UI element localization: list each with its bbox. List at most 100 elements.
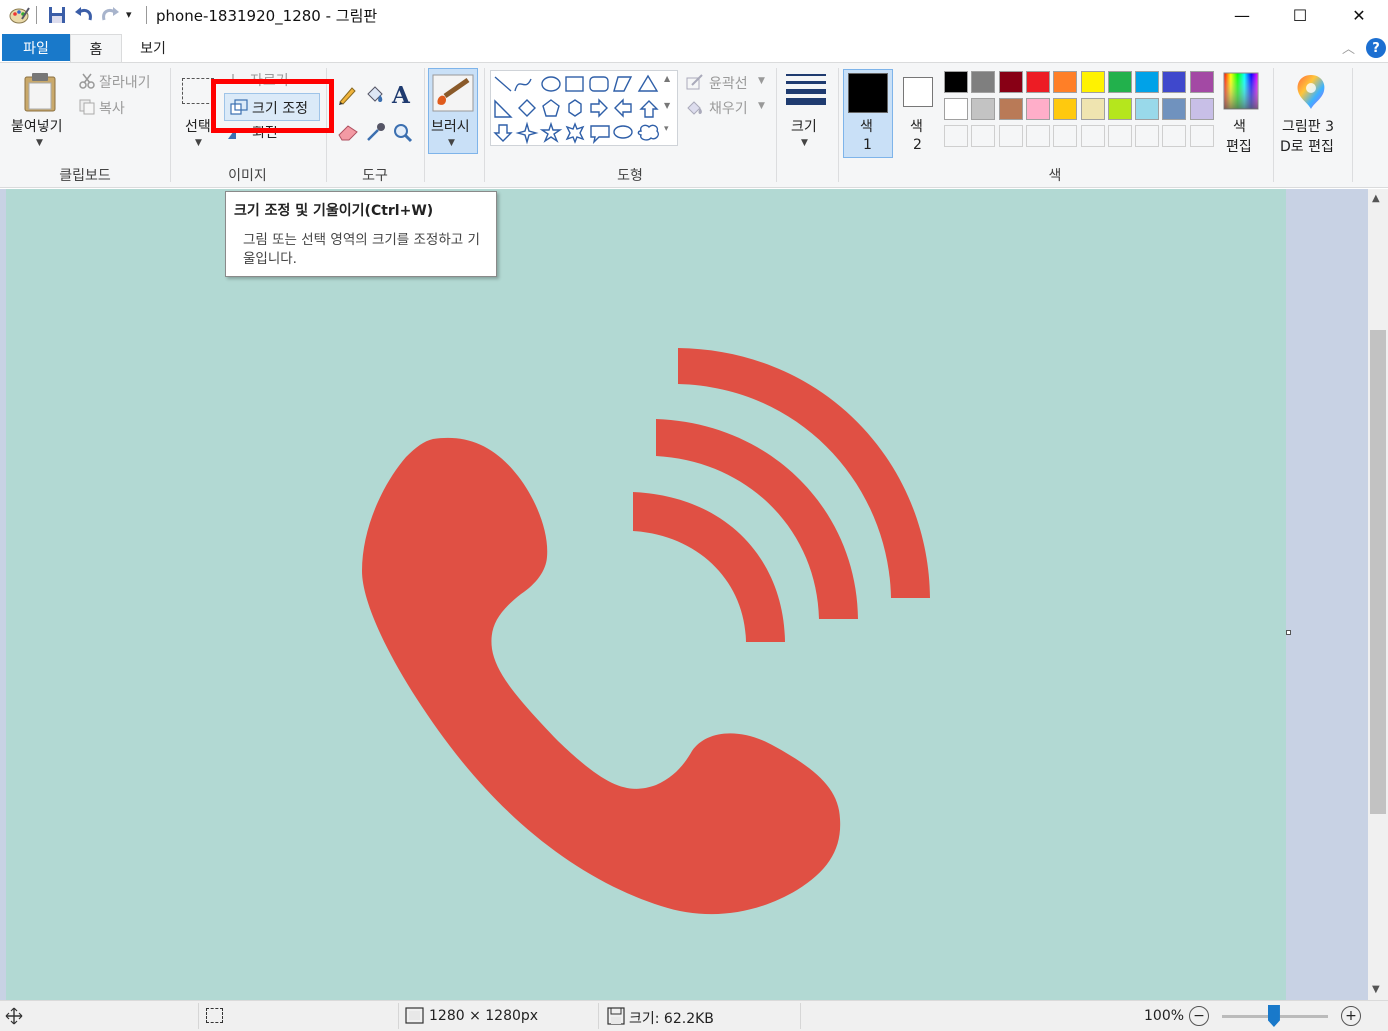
edit-with-paint3d-line1[interactable]: 그림판 3	[1282, 116, 1334, 136]
selection-size-icon	[206, 1008, 223, 1023]
shapes-icons	[493, 74, 660, 145]
palette-swatch[interactable]	[971, 98, 996, 120]
cut-icon[interactable]	[79, 73, 95, 93]
shapes-scroll-up-icon[interactable]: ▲	[664, 74, 670, 83]
file-size: 크기: 62.2KB	[629, 1011, 714, 1027]
edit-colors-icon[interactable]	[1223, 72, 1259, 114]
minimize-button[interactable]: —	[1213, 0, 1271, 30]
paste-button[interactable]: 붙여넣기	[11, 116, 63, 136]
select-dropdown-icon[interactable]: ▼	[195, 138, 202, 148]
outline-icon[interactable]	[686, 74, 704, 94]
maximize-button[interactable]: ☐	[1271, 0, 1329, 30]
fill-bucket-icon[interactable]	[364, 84, 386, 110]
custom-color-slot[interactable]	[971, 125, 996, 147]
pencil-icon[interactable]	[337, 85, 357, 109]
palette-swatch[interactable]	[1025, 71, 1050, 93]
palette-swatch[interactable]	[1162, 98, 1187, 120]
copy-button[interactable]: 복사	[99, 98, 125, 118]
tab-home[interactable]: 홈	[70, 34, 122, 63]
scroll-down-icon[interactable]: ▼	[1372, 984, 1380, 995]
palette-swatch[interactable]	[971, 71, 996, 93]
custom-color-slot[interactable]	[1189, 125, 1214, 147]
magnifier-icon[interactable]	[393, 123, 413, 147]
canvas-resize-handle[interactable]	[1286, 630, 1291, 635]
outline-button[interactable]: 윤곽선	[709, 73, 748, 93]
paste-icon[interactable]	[22, 72, 58, 116]
color2-label: 색	[910, 119, 923, 135]
select-icon[interactable]	[182, 78, 214, 104]
group-label-image: 이미지	[228, 168, 267, 184]
custom-color-slot[interactable]	[944, 125, 968, 147]
paste-dropdown-icon[interactable]: ▼	[36, 138, 43, 148]
palette-swatch[interactable]	[998, 98, 1023, 120]
divider	[424, 68, 425, 182]
color-picker-icon[interactable]	[366, 122, 386, 146]
tab-file[interactable]: 파일	[2, 34, 70, 61]
divider	[170, 68, 171, 182]
zoom-in-icon[interactable]: +	[1341, 1006, 1361, 1026]
paint-app-icon[interactable]	[8, 5, 30, 25]
undo-icon[interactable]	[74, 6, 94, 28]
palette-swatch[interactable]	[1080, 98, 1105, 120]
cut-button[interactable]: 잘라내기	[99, 72, 151, 92]
palette-swatch[interactable]	[1053, 71, 1078, 93]
palette-swatch[interactable]	[1135, 98, 1160, 120]
shapes-scroll-down-icon[interactable]: ▼	[664, 101, 670, 110]
divider	[776, 68, 777, 182]
size-dropdown-icon[interactable]: ▼	[801, 138, 808, 148]
custom-color-slot[interactable]	[1135, 125, 1160, 147]
divider	[1352, 68, 1353, 182]
divider	[484, 68, 485, 182]
palette-swatch[interactable]	[1135, 71, 1160, 93]
eraser-icon[interactable]	[337, 123, 359, 145]
help-icon[interactable]: ?	[1366, 38, 1386, 58]
palette-swatch[interactable]	[944, 98, 968, 120]
window-title: phone-1831920_1280 - 그림판	[156, 7, 378, 25]
shapes-gallery[interactable]	[490, 70, 678, 146]
palette-swatch[interactable]	[1107, 98, 1132, 120]
zoom-out-icon[interactable]: −	[1189, 1006, 1209, 1026]
palette-swatch[interactable]	[944, 71, 968, 93]
save-icon[interactable]	[48, 6, 66, 28]
custom-color-slot[interactable]	[1080, 125, 1105, 147]
palette-swatch[interactable]	[1025, 98, 1050, 120]
collapse-ribbon-icon[interactable]: ︿	[1342, 38, 1355, 57]
close-button[interactable]: ✕	[1330, 0, 1388, 30]
edit-with-paint3d-line2[interactable]: D로 편집	[1280, 136, 1334, 156]
palette-swatch[interactable]	[1080, 71, 1105, 93]
shapes-more-icon[interactable]: ▾	[664, 124, 669, 134]
brush-dropdown-icon: ▼	[448, 138, 455, 148]
edit-colors-label-1[interactable]: 색	[1233, 116, 1246, 136]
palette-swatch[interactable]	[1189, 98, 1214, 120]
select-button[interactable]: 선택	[185, 116, 211, 136]
size-button[interactable]: 크기	[791, 116, 817, 136]
copy-icon[interactable]	[79, 99, 95, 119]
custom-color-slot[interactable]	[1053, 125, 1078, 147]
tab-view[interactable]: 보기	[122, 34, 184, 61]
scrollbar-thumb[interactable]	[1370, 330, 1386, 814]
size-icon[interactable]	[786, 74, 826, 110]
outline-dropdown-icon[interactable]: ▼	[758, 76, 765, 86]
scroll-up-icon[interactable]: ▲	[1372, 193, 1380, 204]
drawing-canvas[interactable]	[6, 189, 1286, 1000]
palette-swatch[interactable]	[1053, 98, 1078, 120]
palette-swatch[interactable]	[1189, 71, 1214, 93]
fill-dropdown-icon[interactable]: ▼	[758, 101, 765, 111]
custom-color-slot[interactable]	[998, 125, 1023, 147]
custom-color-slot[interactable]	[1107, 125, 1132, 147]
palette-swatch[interactable]	[998, 71, 1023, 93]
custom-color-slot[interactable]	[1025, 125, 1050, 147]
redo-icon[interactable]	[100, 6, 120, 28]
divider	[36, 6, 37, 24]
palette-swatch[interactable]	[1107, 71, 1132, 93]
edit-colors-label-2[interactable]: 편집	[1226, 136, 1252, 156]
palette-swatch[interactable]	[1162, 71, 1187, 93]
divider	[398, 1003, 399, 1029]
fill-button[interactable]: 채우기	[709, 98, 748, 118]
paint3d-icon[interactable]	[1294, 73, 1328, 115]
cursor-position-icon	[5, 1007, 23, 1029]
text-tool-icon[interactable]: A	[392, 82, 410, 109]
fill-icon[interactable]	[686, 99, 704, 119]
customize-quick-access-icon[interactable]: ▾	[126, 8, 132, 21]
custom-color-slot[interactable]	[1162, 125, 1187, 147]
